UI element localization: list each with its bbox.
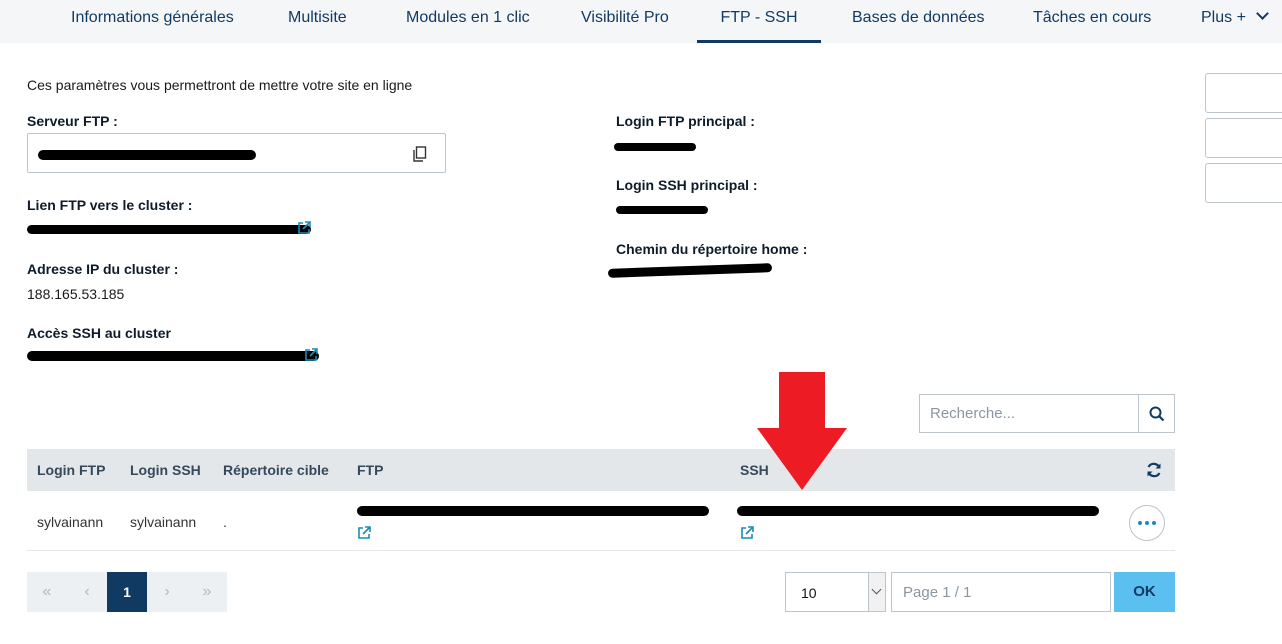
side-panel-box[interactable] bbox=[1205, 118, 1282, 158]
more-icon bbox=[1138, 521, 1156, 525]
column-header-login-ftp[interactable]: Login FTP bbox=[37, 462, 105, 478]
chevron-down-icon bbox=[1256, 7, 1269, 20]
tab-ftp-ssh[interactable]: FTP - SSH bbox=[697, 0, 821, 43]
page-number-input[interactable] bbox=[891, 572, 1111, 612]
cell-login-ftp: sylvainann bbox=[37, 514, 104, 530]
chevron-down-icon bbox=[868, 573, 885, 611]
ftp-link-label: Lien FTP vers le cluster : bbox=[27, 197, 193, 213]
pagination: « ‹ 1 › » bbox=[27, 572, 227, 612]
home-path-label: Chemin du répertoire home : bbox=[616, 241, 808, 257]
cluster-ip-label: Adresse IP du cluster : bbox=[27, 261, 179, 277]
table-header: Login FTP Login SSH Répertoire cible FTP… bbox=[27, 449, 1175, 491]
tab-general-info[interactable]: Informations générales bbox=[71, 0, 234, 43]
search-icon bbox=[1149, 406, 1165, 422]
tab-ongoing-tasks[interactable]: Tâches en cours bbox=[1033, 0, 1151, 43]
ok-button[interactable]: OK bbox=[1114, 572, 1175, 612]
cell-target-dir: . bbox=[223, 514, 227, 530]
prev-page-button[interactable]: ‹ bbox=[67, 572, 107, 612]
tab-bar: Informations générales Multisite Modules… bbox=[0, 0, 1282, 43]
intro-text: Ces paramètres vous permettront de mettr… bbox=[27, 77, 413, 93]
redacted-ssh-link[interactable] bbox=[27, 351, 319, 361]
side-panel-box[interactable] bbox=[1205, 163, 1282, 203]
redacted-ssh-login bbox=[616, 206, 708, 214]
search-input[interactable] bbox=[919, 394, 1139, 433]
redacted-ssh-url[interactable] bbox=[737, 506, 1099, 516]
copy-icon[interactable] bbox=[413, 146, 427, 162]
redacted-ftp-link[interactable] bbox=[27, 225, 311, 234]
ftp-login-label: Login FTP principal : bbox=[616, 113, 755, 129]
page-size-select[interactable]: 10 bbox=[785, 572, 886, 612]
page-size-value: 10 bbox=[801, 585, 817, 601]
cell-login-ssh: sylvainann bbox=[130, 514, 197, 530]
side-panel-box[interactable] bbox=[1205, 73, 1282, 113]
tab-databases[interactable]: Bases de données bbox=[852, 0, 985, 43]
tab-multisite[interactable]: Multisite bbox=[288, 0, 347, 43]
ssh-login-label: Login SSH principal : bbox=[616, 177, 758, 193]
search-box bbox=[919, 394, 1175, 433]
column-header-login-ssh[interactable]: Login SSH bbox=[130, 462, 201, 478]
external-link-icon[interactable] bbox=[357, 526, 371, 540]
ftp-server-field[interactable] bbox=[27, 133, 446, 173]
redacted-ftp-login bbox=[614, 143, 696, 151]
redacted-value bbox=[38, 150, 256, 160]
row-actions-button[interactable] bbox=[1129, 505, 1165, 541]
refresh-icon[interactable] bbox=[1145, 461, 1163, 479]
tab-one-click-modules[interactable]: Modules en 1 clic bbox=[406, 0, 530, 43]
external-link-icon[interactable] bbox=[304, 348, 318, 362]
external-link-icon[interactable] bbox=[740, 526, 754, 540]
current-page-button[interactable]: 1 bbox=[107, 572, 147, 612]
last-page-button[interactable]: » bbox=[187, 572, 227, 612]
cluster-ip-value: 188.165.53.185 bbox=[27, 286, 125, 302]
tab-more-label: Plus + bbox=[1201, 9, 1246, 26]
next-page-button[interactable]: › bbox=[147, 572, 187, 612]
search-button[interactable] bbox=[1138, 394, 1175, 433]
external-link-icon[interactable] bbox=[297, 221, 311, 235]
tab-pro-visibility[interactable]: Visibilité Pro bbox=[581, 0, 669, 43]
ssh-access-label: Accès SSH au cluster bbox=[27, 325, 171, 341]
column-header-ftp[interactable]: FTP bbox=[357, 462, 383, 478]
column-header-target-dir[interactable]: Répertoire cible bbox=[223, 462, 329, 478]
tab-more[interactable]: Plus + bbox=[1201, 0, 1269, 43]
first-page-button[interactable]: « bbox=[27, 572, 67, 612]
redacted-home-path bbox=[607, 263, 773, 278]
table-row: sylvainann sylvainann . bbox=[27, 491, 1175, 551]
red-arrow-annotation bbox=[757, 372, 847, 490]
ftp-server-label: Serveur FTP : bbox=[27, 113, 118, 129]
redacted-ftp-url[interactable] bbox=[357, 506, 709, 516]
